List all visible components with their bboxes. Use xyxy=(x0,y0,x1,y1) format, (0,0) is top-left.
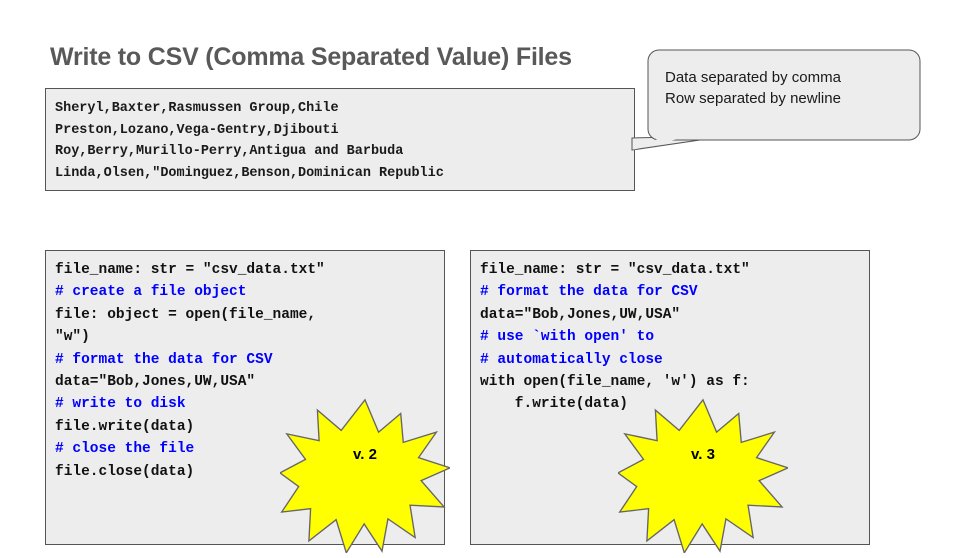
callout-line: Data separated by comma xyxy=(665,69,841,86)
code-line: file: object = open(file_name, xyxy=(55,306,317,323)
code-line: # format the data for CSV xyxy=(55,351,273,368)
code-line: # automatically close xyxy=(480,351,663,368)
csv-line: Preston,Lozano,Vega-Gentry,Djibouti xyxy=(55,122,339,138)
starburst-icon xyxy=(616,398,790,555)
callout-bubble: Data separated by comma Row separated by… xyxy=(620,46,940,176)
starburst-icon xyxy=(278,398,452,555)
starburst-badge-v3: v. 3 xyxy=(616,398,790,558)
code-line: # format the data for CSV xyxy=(480,284,698,301)
code-line: with open(file_name, 'w') as f: xyxy=(480,374,750,391)
starburst-shape xyxy=(616,398,790,555)
csv-line: Linda,Olsen,"Dominguez,Benson,Dominican … xyxy=(55,165,444,181)
csv-line: Sheryl,Baxter,Rasmussen Group,Chile xyxy=(55,101,339,116)
callout-line: Row separated by newline xyxy=(665,90,841,107)
code-line: data="Bob,Jones,UW,USA" xyxy=(55,374,256,391)
slide-canvas: Write to CSV (Comma Separated Value) Fil… xyxy=(0,0,960,555)
code-line: # create a file object xyxy=(55,284,247,301)
page-title: Write to CSV (Comma Separated Value) Fil… xyxy=(50,43,572,71)
code-line: file_name: str = "csv_data.txt" xyxy=(480,262,750,278)
code-line: # use `with open' to xyxy=(480,329,655,346)
starburst-badge-v2: v. 2 xyxy=(278,398,452,558)
code-line: data="Bob,Jones,UW,USA" xyxy=(480,306,681,323)
callout-bubble-shape xyxy=(631,49,921,151)
code-line: "w") xyxy=(55,329,90,346)
callout-text: Data separated by comma Row separated by… xyxy=(665,67,915,109)
csv-line: Roy,Berry,Murillo-Perry,Antigua and Barb… xyxy=(55,144,404,159)
code-line: file_name: str = "csv_data.txt" xyxy=(55,262,325,278)
csv-sample-box: Sheryl,Baxter,Rasmussen Group,Chile Pres… xyxy=(45,88,635,191)
starburst-shape xyxy=(278,398,452,555)
